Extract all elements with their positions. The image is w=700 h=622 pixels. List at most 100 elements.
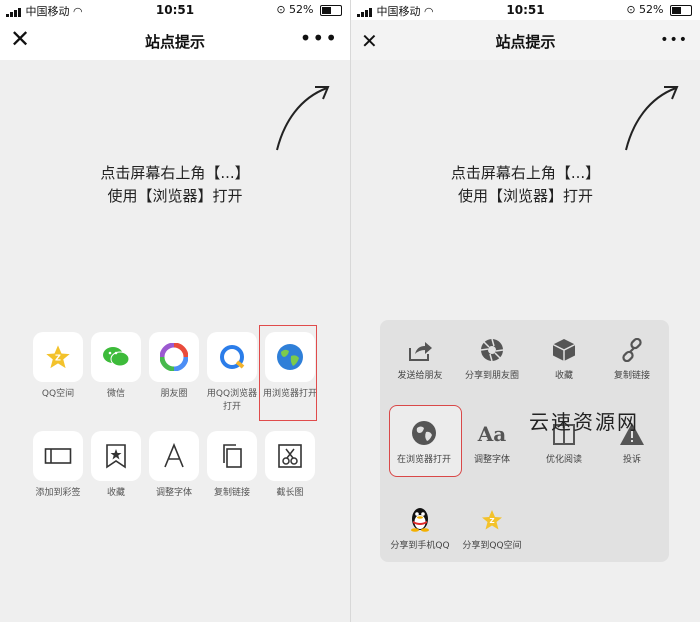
- nav-bar: ✕ 站点提示 •••: [0, 20, 350, 60]
- icon-wrap: [596, 328, 668, 362]
- tile: [91, 431, 141, 481]
- sheet-item-share-qzone[interactable]: Z 分享到QQ空间: [456, 498, 528, 551]
- hint-text: 点击屏幕右上角【...】 使用【浏览器】打开: [0, 162, 350, 208]
- font-a-icon: [164, 443, 184, 468]
- svg-text:Z: Z: [489, 517, 494, 525]
- icon-wrap: Z: [456, 498, 528, 532]
- tile: [149, 332, 199, 382]
- share-item-label: 添加到彩签: [35, 488, 81, 498]
- battery-group: ⊙ 52%: [276, 3, 342, 16]
- icon-wrap: [384, 328, 456, 362]
- font-aa-icon: Aa: [477, 422, 507, 446]
- sheet-item-label: 收藏: [554, 371, 573, 381]
- sheet-item-moments[interactable]: 分享到朋友圈: [456, 328, 528, 381]
- sheet-item-label: 复制链接: [613, 371, 650, 381]
- share-item-copy-link[interactable]: 复制链接: [204, 431, 260, 500]
- share-item-qzone[interactable]: Z QQ空间: [30, 332, 86, 401]
- cube-icon: [552, 339, 576, 361]
- hint-line-2: 使用【浏览器】打开: [457, 187, 593, 205]
- arrow-icon: [625, 86, 679, 151]
- share-item-label: 收藏: [106, 488, 125, 498]
- share-item-favorite[interactable]: 收藏: [88, 431, 144, 500]
- tile: [207, 332, 257, 382]
- share-forward-icon: [409, 342, 432, 361]
- sheet-item-label: 分享到朋友圈: [464, 371, 519, 381]
- qzone-star-icon: Z: [482, 510, 502, 530]
- battery-percent: 52%: [289, 3, 314, 16]
- scissors-icon: [278, 444, 302, 468]
- share-item-font[interactable]: 调整字体: [146, 431, 202, 500]
- page-title: 站点提示: [495, 33, 556, 51]
- battery-percent: 52%: [639, 3, 664, 16]
- qzone-star-icon: Z: [46, 345, 70, 369]
- more-menu-icon[interactable]: •••: [300, 28, 338, 48]
- svg-text:Z: Z: [55, 353, 61, 363]
- qq-browser-icon: [220, 345, 245, 369]
- icon-wrap: [388, 412, 460, 446]
- right-screen: 中国移动 ◠ 10:51 ⊙ 52% ✕ 站点提示 ••• 点击屏幕右上角【..…: [351, 0, 700, 622]
- rotation-lock-icon: ⊙: [276, 3, 286, 16]
- sheet-item-label: 投诉: [622, 455, 641, 465]
- share-item-label: 用QQ浏览器打开: [206, 389, 258, 412]
- share-item-label: QQ空间: [41, 389, 75, 399]
- share-item-wechat[interactable]: 微信: [88, 332, 144, 401]
- share-item-label: 微信: [106, 389, 125, 399]
- highlight-box: [259, 325, 317, 421]
- share-item-label: 朋友圈: [160, 389, 188, 399]
- tag-icon: [44, 448, 72, 464]
- more-menu-icon[interactable]: •••: [660, 30, 688, 50]
- aperture-icon: [480, 338, 504, 362]
- copy-icon: [223, 444, 242, 468]
- sheet-item-label: 分享到QQ空间: [462, 541, 522, 551]
- nav-bar: ✕ 站点提示 •••: [351, 20, 700, 60]
- rotation-lock-icon: ⊙: [626, 3, 636, 16]
- icon-wrap: [384, 498, 456, 532]
- arrow-icon: [276, 86, 330, 151]
- icon-wrap: Aa: [456, 412, 528, 446]
- sheet-item-label: 在浏览器打开: [396, 455, 451, 465]
- sheet-item-share-qq[interactable]: 分享到手机QQ: [384, 498, 456, 551]
- status-bar: 中国移动 ◠ 10:51 ⊙ 52%: [0, 0, 350, 20]
- action-sheet: 发送给朋友 分享到朋友圈 收藏 复制链接 在浏览器打开 Aa 调整字体 优化阅读…: [380, 320, 669, 562]
- hint-line-1: 点击屏幕右上角【...】: [450, 164, 601, 182]
- share-item-label: 截长图: [276, 488, 304, 498]
- share-item-moments[interactable]: 朋友圈: [146, 332, 202, 401]
- bookmark-star-icon: [106, 444, 126, 469]
- share-item-long-screenshot[interactable]: 截长图: [262, 431, 318, 500]
- sheet-item-label: 发送给朋友: [397, 371, 443, 381]
- sheet-item-label: 优化阅读: [545, 455, 582, 465]
- tile: [265, 431, 315, 481]
- sheet-item-open-browser[interactable]: 在浏览器打开: [388, 412, 460, 465]
- link-icon: [622, 338, 642, 362]
- moments-icon: [160, 343, 188, 371]
- battery-icon: [320, 4, 342, 16]
- sheet-item-copy-link[interactable]: 复制链接: [596, 328, 668, 381]
- tile: [149, 431, 199, 481]
- watermark-text: 云速资源网: [529, 410, 639, 434]
- hint-text: 点击屏幕右上角【...】 使用【浏览器】打开: [351, 162, 700, 208]
- battery-group: ⊙ 52%: [626, 3, 692, 16]
- tile: Z: [33, 332, 83, 382]
- sheet-item-label: 分享到手机QQ: [390, 541, 450, 551]
- sheet-item-font[interactable]: Aa 调整字体: [456, 412, 528, 465]
- tile: [207, 431, 257, 481]
- share-item-qq-browser[interactable]: 用QQ浏览器打开: [204, 332, 260, 414]
- share-item-label: 调整字体: [155, 488, 192, 498]
- sheet-item-send-friend[interactable]: 发送给朋友: [384, 328, 456, 381]
- icon-wrap: [528, 328, 600, 362]
- battery-icon: [670, 4, 692, 16]
- icon-wrap: [456, 328, 528, 362]
- qq-penguin-icon: [411, 508, 429, 532]
- sheet-item-label: 调整字体: [473, 455, 510, 465]
- share-item-add-tag[interactable]: 添加到彩签: [30, 431, 86, 500]
- status-bar: 中国移动 ◠ 10:51 ⊙ 52%: [351, 0, 700, 20]
- page-title: 站点提示: [144, 33, 205, 51]
- sheet-item-favorite[interactable]: 收藏: [528, 328, 600, 381]
- share-item-label: 复制链接: [213, 488, 250, 498]
- tile: [33, 431, 83, 481]
- tile: [91, 332, 141, 382]
- left-screen: 中国移动 ◠ 10:51 ⊙ 52% ✕ 站点提示 ••• 点击屏幕右上角【..…: [0, 0, 350, 622]
- wechat-icon: [103, 347, 130, 367]
- globe-icon: [412, 421, 436, 445]
- hint-line-2: 使用【浏览器】打开: [107, 187, 243, 205]
